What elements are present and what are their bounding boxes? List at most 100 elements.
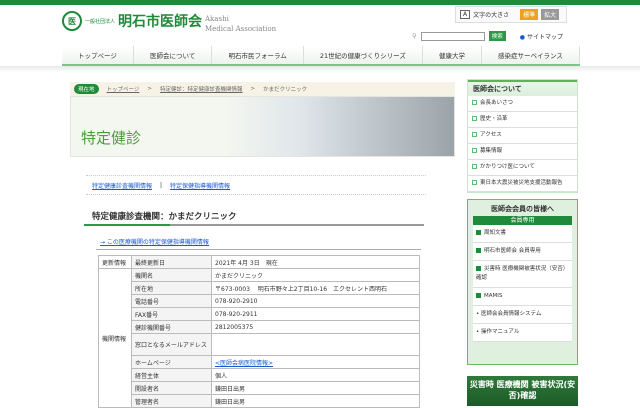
page-banner: 特定健診 bbox=[70, 96, 455, 157]
row-value: 〒673-0003 明石市野々上2丁目10-16 エクセレント西明石 bbox=[211, 281, 420, 295]
search-icon: ⚲ bbox=[412, 32, 417, 40]
about-item-greeting[interactable]: 会長あいさつ bbox=[468, 96, 577, 112]
item-label: 災害時 医療機関被害状況（安否）確認 bbox=[476, 266, 569, 281]
row-value: 2812005375 bbox=[211, 320, 420, 334]
row-label: FAX番号 bbox=[131, 307, 212, 321]
about-item-access[interactable]: アクセス bbox=[468, 128, 577, 144]
table-row: ホームページ <医師会病医院情報> bbox=[99, 355, 420, 369]
about-item-family-doctor[interactable]: かかりつけ医について bbox=[468, 160, 577, 176]
breadcrumb: 現在地 トップページ > 特定健診：特定健康診査機関情報 > かまだクリニック bbox=[70, 82, 455, 96]
item-label: 明石市医師会 会員専用 bbox=[484, 248, 541, 254]
logo-name: 明石市医師会 bbox=[118, 14, 203, 30]
sitemap-link[interactable]: ● サイトマップ bbox=[520, 32, 563, 41]
exam-institution-link[interactable]: 特定健康診査機関情報 bbox=[92, 181, 152, 190]
row-value: 個人 bbox=[211, 368, 420, 382]
font-size-icon: A bbox=[460, 10, 471, 19]
item-label: 東日本大震災被災地支援活動報告 bbox=[480, 180, 563, 186]
bullet-icon bbox=[476, 266, 481, 271]
item-label: アクセス bbox=[480, 132, 502, 138]
logo-prefix: 一般社団法人 bbox=[85, 18, 116, 25]
item-label: 医師会会員情報システム bbox=[481, 311, 542, 317]
members-sub-manual[interactable]: • 操作マニュアル bbox=[473, 324, 572, 342]
bullet-icon bbox=[472, 164, 477, 169]
search-input[interactable] bbox=[420, 31, 485, 41]
item-label: 募集情報 bbox=[480, 148, 503, 154]
breadcrumb-top[interactable]: トップページ bbox=[107, 85, 140, 93]
homepage-link[interactable]: <医師会病医院情報> bbox=[215, 360, 273, 367]
guidance-info-link[interactable]: → この医療機関の特定保健指導機関情報 bbox=[100, 237, 209, 246]
sublink-separator: | bbox=[160, 181, 163, 189]
logo-mark-icon: 医 bbox=[62, 11, 82, 31]
font-size-control: A 文字の大きさ 標準 拡大 bbox=[455, 6, 567, 23]
page-title: 特定健診 bbox=[81, 129, 142, 147]
breadcrumb-current: かまだクリニック bbox=[263, 87, 308, 93]
about-sidebar: 医師会について 会長あいさつ 歴史・沿革 アクセス 募集情報 かかりつけ医につい… bbox=[467, 79, 578, 193]
row-label: 電話番号 bbox=[131, 294, 212, 308]
nav-forum[interactable]: 明石市民フォーラム bbox=[212, 46, 304, 64]
item-label: 操作マニュアル bbox=[481, 329, 520, 335]
sitemap-label: サイトマップ bbox=[526, 33, 563, 41]
font-large-button[interactable]: 拡大 bbox=[541, 9, 560, 20]
row-value: 2021年 4月 3日 現在 bbox=[211, 255, 420, 269]
disaster-banner[interactable]: 災害時 医療機関 被害状況(安否)確認 bbox=[467, 376, 578, 406]
row-value: 鎌田日出男 bbox=[211, 394, 420, 408]
breadcrumb-tokutei[interactable]: 特定健診：特定健康診査機関情報 bbox=[160, 85, 243, 93]
header-shadow bbox=[0, 66, 640, 72]
members-item-mamis[interactable]: MAMIS bbox=[473, 288, 572, 306]
font-size-label: 文字の大きさ bbox=[473, 12, 510, 19]
nav-health-series[interactable]: 21世紀の健康づくりシリーズ bbox=[304, 46, 423, 64]
row-label: 健診機関番号 bbox=[131, 320, 212, 334]
bullet-icon bbox=[472, 148, 477, 153]
bullet-icon bbox=[476, 230, 481, 235]
members-item-notices[interactable]: 周知文書 bbox=[473, 225, 572, 243]
row-label: 最終更新日 bbox=[131, 255, 212, 269]
group-label: 機関情報 bbox=[98, 268, 132, 408]
about-item-recruit[interactable]: 募集情報 bbox=[468, 144, 577, 160]
bullet-icon bbox=[472, 116, 477, 121]
search-button[interactable]: 検索 bbox=[488, 31, 506, 41]
item-label: 歴史・沿革 bbox=[480, 116, 508, 122]
members-sub-info-system[interactable]: • 医師会会員情報システム bbox=[473, 306, 572, 324]
item-label: 周知文書 bbox=[484, 230, 507, 236]
table-row: 更新情報 最終更新日 2021年 4月 3日 現在 bbox=[98, 255, 420, 269]
row-value: かまだクリニック bbox=[211, 268, 420, 282]
table-row: 開設者名 鎌田日出男 bbox=[99, 381, 420, 395]
main-nav: トップページ 医師会について 明石市民フォーラム 21世紀の健康づくりシリーズ … bbox=[62, 46, 580, 66]
logo-english: Akashi Medical Association bbox=[205, 14, 276, 34]
row-value: <医師会病医院情報> bbox=[211, 355, 420, 369]
members-item-members-only[interactable]: 明石市医師会 会員専用 bbox=[473, 243, 572, 261]
nav-top[interactable]: トップページ bbox=[62, 46, 134, 64]
members-only-band: 会員専用 bbox=[473, 216, 572, 225]
top-bar bbox=[0, 0, 640, 5]
members-title: 医師会会員の皆様へ bbox=[491, 205, 554, 213]
table-row: 窓口となるメールアドレス bbox=[99, 333, 420, 356]
about-item-disaster-report[interactable]: 東日本大震災被災地支援活動報告 bbox=[468, 176, 577, 192]
nav-surveillance[interactable]: 感染症サーベイランス bbox=[482, 46, 580, 64]
about-item-history[interactable]: 歴史・沿革 bbox=[468, 112, 577, 128]
item-label: 会長あいさつ bbox=[480, 100, 514, 106]
guidance-institution-link[interactable]: 特定保健指導機関情報 bbox=[170, 181, 230, 190]
table-row: 管理者名 鎌田日出男 bbox=[99, 394, 420, 408]
row-value bbox=[211, 333, 420, 356]
table-row: 電話番号 078-920-2910 bbox=[99, 294, 420, 308]
logo-en-line2: Medical Association bbox=[205, 25, 277, 33]
members-item-safety-check[interactable]: 災害時 医療機関被害状況（安否）確認 bbox=[473, 261, 572, 288]
nav-about[interactable]: 医師会について bbox=[134, 46, 213, 64]
table-row: FAX番号 078-920-2911 bbox=[99, 307, 420, 321]
row-label: 機関名 bbox=[131, 268, 212, 282]
row-value: 078-920-2911 bbox=[211, 307, 420, 321]
font-standard-button[interactable]: 標準 bbox=[520, 9, 539, 20]
table-row: 経営主体 個人 bbox=[99, 368, 420, 382]
members-sidebar: 医師会会員の皆様へ 会員専用 周知文書 明石市医師会 会員専用 災害時 医療機関… bbox=[467, 199, 578, 365]
row-label: 所在地 bbox=[131, 281, 212, 295]
site-logo[interactable]: 医 一般社団法人 明石市医師会 bbox=[62, 11, 202, 31]
nav-health-college[interactable]: 健康大学 bbox=[423, 46, 482, 64]
row-label: 窓口となるメールアドレス bbox=[131, 333, 212, 356]
sitemap-icon: ● bbox=[519, 33, 526, 41]
section-heading: 特定健康診査機関：かまだクリニック bbox=[84, 210, 424, 226]
group-label: 更新情報 bbox=[98, 255, 132, 269]
table-row: 健診機関番号 2812005375 bbox=[99, 320, 420, 334]
logo-en-line1: Akashi bbox=[205, 15, 229, 23]
row-label: 経営主体 bbox=[131, 368, 212, 382]
divider bbox=[96, 249, 421, 250]
